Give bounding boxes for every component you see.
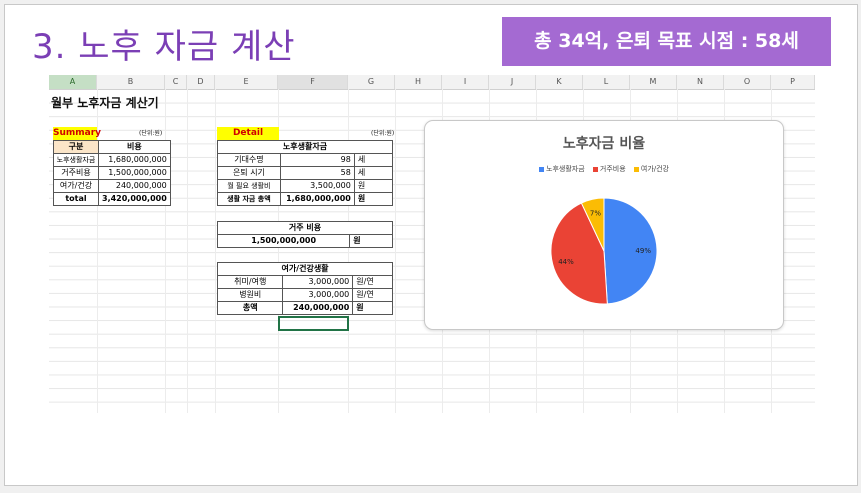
living-cell[interactable]: 58 [279,166,355,180]
table-row: 취미/여행 3,000,000 원/연 [216,275,393,289]
col-header-P[interactable]: P [771,75,815,89]
table-row: 기대수명 98 세 [217,153,394,167]
col-header-A[interactable]: A [49,75,97,89]
summary-cell[interactable]: 240,000,000 [98,179,171,193]
detail-label[interactable]: Detail [217,127,279,140]
summary-cell[interactable]: 여가/건강 [53,179,99,193]
leisure-cell[interactable]: 병원비 [216,288,284,302]
living-cell[interactable]: 세 [353,153,394,167]
col-header-N[interactable]: N [677,75,724,89]
selected-cell[interactable] [278,316,349,331]
table-row: 생활 자금 총액 1,680,000,000 원 [217,192,394,206]
summary-header-category[interactable]: 구분 [53,140,99,154]
living-cell[interactable]: 원 [353,179,394,193]
leisure-cell[interactable]: 3,000,000 [282,288,354,302]
living-cell[interactable]: 은퇴 시기 [217,166,281,180]
table-row: total 3,420,000,000 [53,192,171,206]
table-row: 은퇴 시기 58 세 [217,166,394,180]
table-row: 여가/건강 240,000,000 [53,179,171,193]
living-total-label[interactable]: 생활 자금 총액 [217,192,281,206]
summary-cell[interactable]: 1,680,000,000 [98,153,171,167]
table-row: 노후생활자금 1,680,000,000 [53,153,171,167]
living-cell[interactable]: 월 필요 생활비 [217,179,281,193]
leisure-table: 여가/건강생활 취미/여행 3,000,000 원/연 병원비 3,000,00… [216,262,393,315]
summary-table: 구분 비용 노후생활자금 1,680,000,000 거주비용 1,500,00… [53,140,171,206]
living-total-unit[interactable]: 원 [353,192,394,206]
leisure-cell[interactable]: 취미/여행 [216,275,284,289]
leisure-cell[interactable]: 원/연 [352,288,393,302]
sheet-heading[interactable]: 월부 노후자금 계산기 [51,96,171,110]
col-header-B[interactable]: B [97,75,165,89]
leisure-total-label[interactable]: 총액 [216,301,284,315]
summary-total-value[interactable]: 3,420,000,000 [98,192,171,206]
summary-header-cost[interactable]: 비용 [98,140,171,154]
column-headers: A B C D E F G H I J K L M N O P [49,75,815,90]
grid-col-line [215,89,216,413]
detail-unit[interactable]: (단위:원) [371,128,394,140]
grid-col-line [187,89,188,413]
leisure-cell[interactable]: 3,000,000 [282,275,354,289]
col-header-G[interactable]: G [348,75,395,89]
table-row: 총액 240,000,000 원 [216,301,393,315]
col-header-O[interactable]: O [724,75,771,89]
living-fund-table: 노후생활자금 기대수명 98 세 은퇴 시기 58 세 월 필요 생활비 3,5… [217,140,394,206]
leisure-total-unit[interactable]: 원 [352,301,393,315]
living-fund-title[interactable]: 노후생활자금 [217,140,393,154]
table-row: 병원비 3,000,000 원/연 [216,288,393,302]
col-header-C[interactable]: C [165,75,187,89]
pie-chart[interactable]: 노후자금 비율 노후생활자금 거주비용 여가/건강 49% 44% 7% [424,120,784,330]
summary-banner: 총 34억, 은퇴 목표 시점 : 58세 [502,17,831,66]
summary-unit[interactable]: (단위:원) [139,128,162,140]
summary-cell[interactable]: 거주비용 [53,166,99,180]
living-cell[interactable]: 세 [353,166,394,180]
living-total-value[interactable]: 1,680,000,000 [279,192,355,206]
housing-table: 거주 비용 1,500,000,000 원 [216,221,393,248]
housing-value[interactable]: 1,500,000,000 [216,234,351,248]
table-row: 거주비용 1,500,000,000 [53,166,171,180]
col-header-J[interactable]: J [489,75,536,89]
living-cell[interactable]: 98 [279,153,355,167]
housing-unit[interactable]: 원 [349,234,393,248]
pie-label-2: 7% [590,210,601,218]
table-row: 월 필요 생활비 3,500,000 원 [217,179,394,193]
grid-col-line [395,89,396,413]
living-cell[interactable]: 3,500,000 [279,179,355,193]
pie-label-0: 49% [635,247,651,255]
pie-label-1: 44% [558,258,574,266]
col-header-D[interactable]: D [187,75,215,89]
housing-title[interactable]: 거주 비용 [217,221,393,235]
col-header-K[interactable]: K [536,75,583,89]
col-header-I[interactable]: I [442,75,489,89]
slide: 3. 노후 자금 계산 총 34억, 은퇴 목표 시점 : 58세 A B C … [4,4,858,486]
leisure-cell[interactable]: 원/연 [352,275,393,289]
grid-col-line [348,89,349,413]
pie-svg: 49% 44% 7% [550,197,658,305]
col-header-F[interactable]: F [278,75,348,89]
summary-cell[interactable]: 1,500,000,000 [98,166,171,180]
col-header-E[interactable]: E [215,75,278,89]
leisure-title[interactable]: 여가/건강생활 [217,262,393,276]
summary-label[interactable]: Summary [53,127,101,140]
col-header-M[interactable]: M [630,75,677,89]
col-header-L[interactable]: L [583,75,630,89]
col-header-H[interactable]: H [395,75,442,89]
leisure-total-value[interactable]: 240,000,000 [282,301,354,315]
grid-col-line [165,89,166,413]
slide-title: 3. 노후 자금 계산 [32,27,296,67]
living-cell[interactable]: 기대수명 [217,153,281,167]
summary-cell[interactable]: 노후생활자금 [53,153,99,167]
summary-total-label[interactable]: total [53,192,99,206]
